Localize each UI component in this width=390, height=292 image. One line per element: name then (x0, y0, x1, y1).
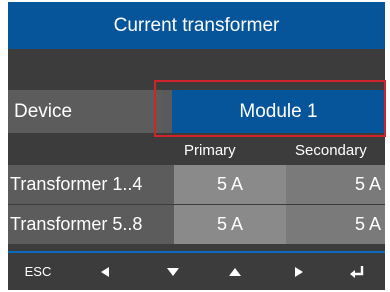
device-label: Device (8, 90, 162, 133)
select-edge (162, 90, 172, 133)
transformer-row: Transformer 5..8 5 A 5 A (8, 205, 385, 244)
transformer-label: Transformer 1..4 (8, 165, 174, 204)
right-button[interactable] (272, 253, 326, 290)
up-button[interactable] (208, 253, 262, 290)
arrow-right-icon (295, 266, 303, 277)
primary-value-field[interactable]: 5 A (174, 165, 286, 204)
transformer-row: Transformer 1..4 5 A 5 A (8, 165, 385, 204)
secondary-value-field[interactable]: 5 A (286, 205, 385, 244)
secondary-value-field[interactable]: 5 A (286, 165, 385, 204)
device-row: Device Module 1 (8, 90, 385, 133)
arrow-left-icon (101, 266, 109, 277)
softkey-bar: ESC (8, 253, 385, 290)
column-header-primary: Primary (184, 142, 236, 159)
arrow-up-icon (229, 267, 241, 276)
device-screen: Current transformer Device Module 1 Prim… (8, 2, 385, 290)
device-value: Module 1 (239, 100, 318, 122)
arrow-down-icon (167, 267, 179, 276)
enter-button[interactable] (330, 253, 384, 290)
page-title: Current transformer (8, 2, 385, 49)
transformer-label: Transformer 5..8 (8, 205, 174, 244)
spacer-band (8, 49, 385, 90)
enter-icon (350, 265, 364, 278)
left-button[interactable] (78, 253, 132, 290)
device-select[interactable]: Module 1 (162, 90, 385, 133)
esc-button[interactable]: ESC (12, 253, 64, 290)
column-header-secondary: Secondary (295, 142, 367, 159)
primary-value-field[interactable]: 5 A (174, 205, 286, 244)
down-button[interactable] (146, 253, 200, 290)
